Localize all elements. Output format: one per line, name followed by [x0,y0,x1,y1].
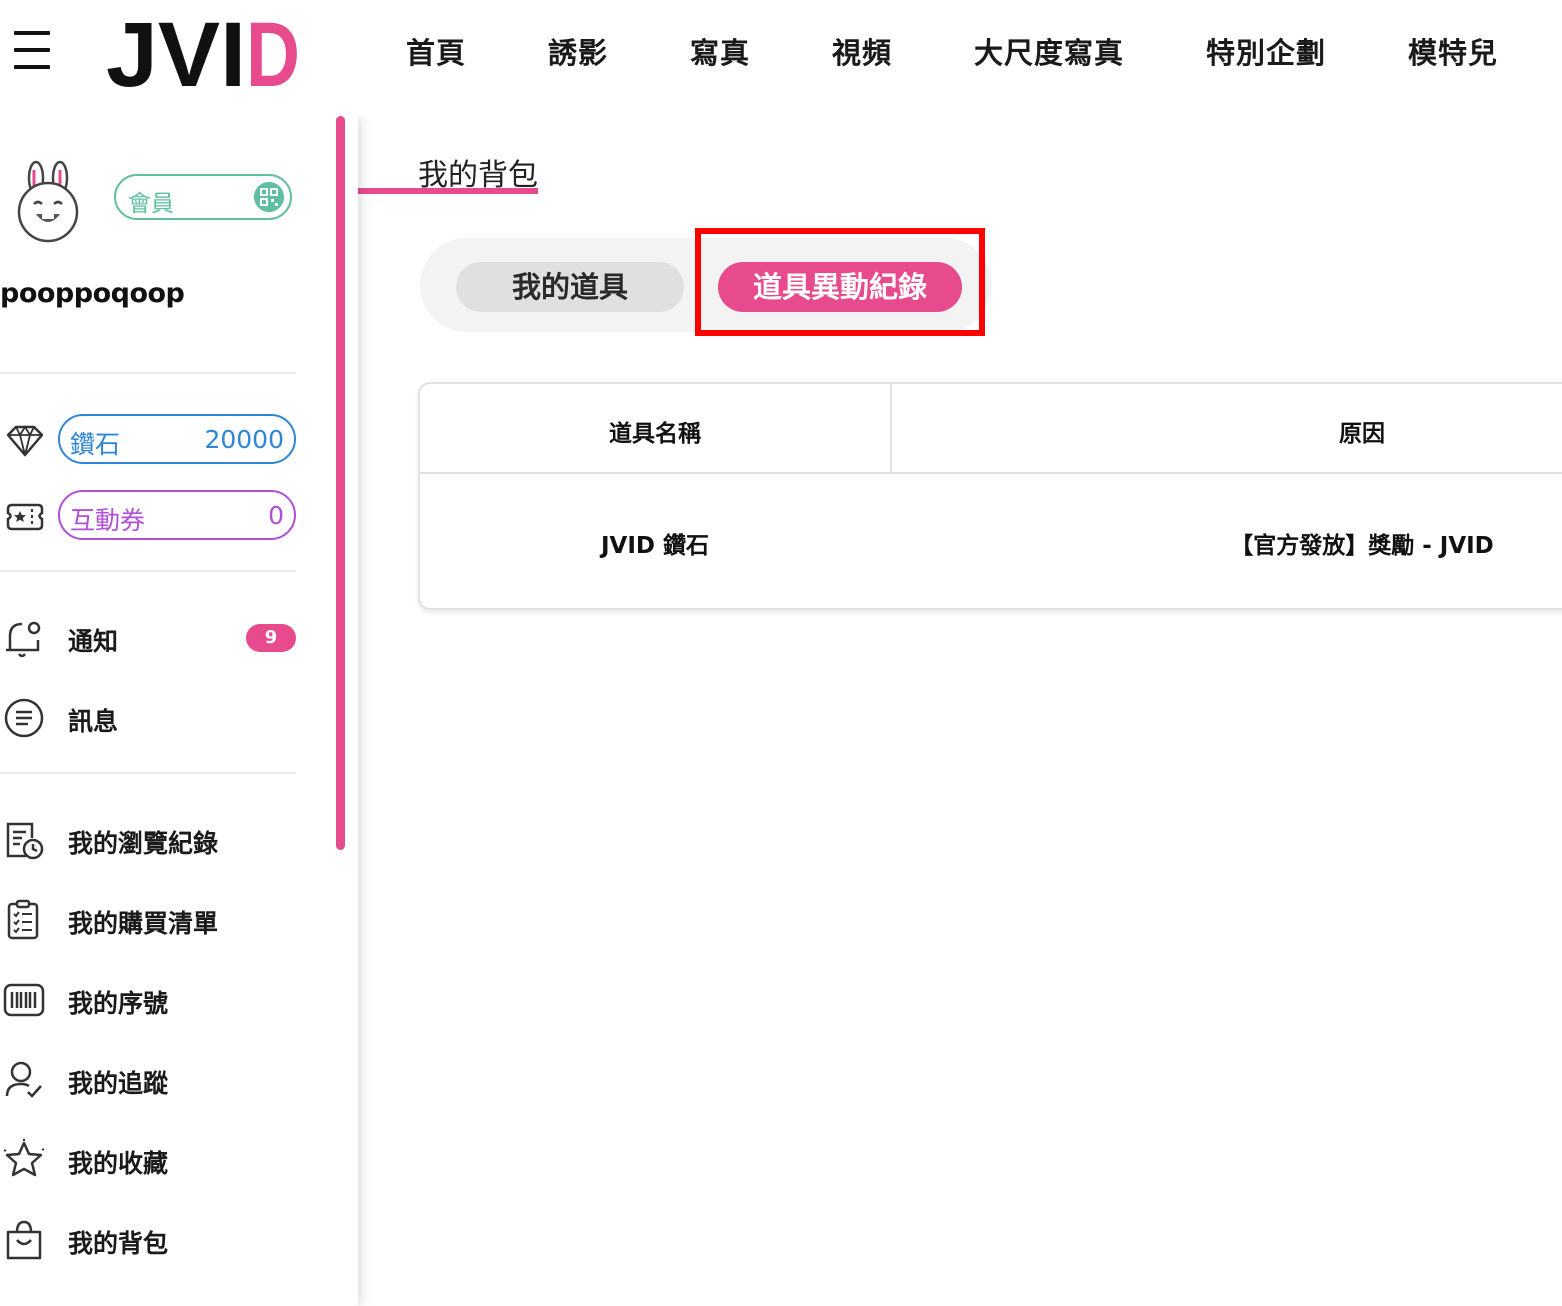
table-cell-reason: 【官方發放】獎勵 - JVID [1230,533,1494,559]
user-check-icon [5,1061,42,1098]
favorites-label: 我的收藏 [68,1149,169,1178]
main-content: 我的背包 我的道具 道具異動紀錄 道具名稱 原因 JVID 鑽石 【官方發放】獎… [358,116,1562,1306]
sidebar-item-messages[interactable]: 訊息 [0,688,296,748]
jvid-logo[interactable]: JVI D [106,14,302,90]
purchases-label: 我的購買清單 [68,909,219,938]
header-separator [420,472,1562,474]
sidebar-item-backpack[interactable]: 我的背包 [0,1210,296,1270]
sidebar-item-following[interactable]: 我的追蹤 [0,1050,296,1110]
bell-icon [6,621,41,658]
nav-temptation[interactable]: 誘影 [548,30,608,72]
clipboard-list-icon [7,899,39,940]
nav-videos[interactable]: 視頻 [832,30,892,72]
svg-text:JVI: JVI [106,14,246,90]
username: pooppoqoop [0,278,185,309]
message-icon [4,698,44,738]
svg-text:D: D [246,14,300,90]
highlight-annotation-box [695,228,985,336]
sidebar-item-favorites[interactable]: 我的收藏 [0,1130,296,1190]
notification-count-badge: 9 [246,624,296,652]
column-header-reason: 原因 [1339,421,1385,447]
ticket-value: 0 [268,501,284,530]
serials-label: 我的序號 [68,989,169,1018]
table-cell-item-name: JVID 鑽石 [600,533,709,559]
nav-explicit-photos[interactable]: 大尺度寫真 [974,30,1124,72]
column-header-item-name: 道具名稱 [609,421,701,447]
following-label: 我的追蹤 [68,1069,169,1098]
qr-code-icon[interactable] [254,182,284,212]
sidebar-item-history[interactable]: 我的瀏覽紀錄 [0,810,296,870]
diamond-balance[interactable]: 鑽石 20000 [58,414,296,464]
ticket-balance[interactable]: 互動券 0 [58,490,296,540]
sidebar-divider [0,372,296,374]
messages-label: 訊息 [68,707,119,736]
diamond-label: 鑽石 [70,430,121,459]
sidebar-divider [0,772,296,774]
title-underline [358,188,538,194]
tab-my-items[interactable]: 我的道具 [456,262,684,312]
sidebar: 會員 pooppoqoop 鑽石 20000 互動券 0 通知 9 訊息 我的瀏… [0,116,358,1306]
sidebar-scrollbar[interactable] [336,116,345,850]
hamburger-menu-icon[interactable] [14,31,52,71]
bag-icon [6,1220,42,1260]
nav-photos[interactable]: 寫真 [690,30,750,72]
sidebar-item-purchases[interactable]: 我的購買清單 [0,890,296,950]
sidebar-item-notifications[interactable]: 通知 9 [0,608,296,668]
member-label: 會員 [128,191,174,217]
notifications-label: 通知 [68,627,119,656]
star-icon [3,1139,45,1177]
diamond-icon [6,425,44,457]
diamond-value: 20000 [204,425,284,454]
sidebar-item-serials[interactable]: 我的序號 [0,970,296,1030]
ticket-icon [6,503,44,531]
member-badge[interactable]: 會員 [114,174,292,220]
barcode-icon [3,983,45,1017]
backpack-label: 我的背包 [68,1229,169,1258]
nav-special-projects[interactable]: 特別企劃 [1206,30,1326,72]
top-header: JVI D 首頁 誘影 寫真 視頻 大尺度寫真 特別企劃 模特兒 [0,0,1562,116]
nav-home[interactable]: 首頁 [406,30,466,72]
ticket-label: 互動券 [70,506,146,535]
history-label: 我的瀏覽紀錄 [68,829,219,858]
item-history-table: 道具名稱 原因 JVID 鑽石 【官方發放】獎勵 - JVID [418,382,1562,610]
avatar-rabbit-icon[interactable] [12,160,84,244]
history-icon [6,822,44,860]
sidebar-divider [0,570,296,572]
nav-models[interactable]: 模特兒 [1408,30,1498,72]
